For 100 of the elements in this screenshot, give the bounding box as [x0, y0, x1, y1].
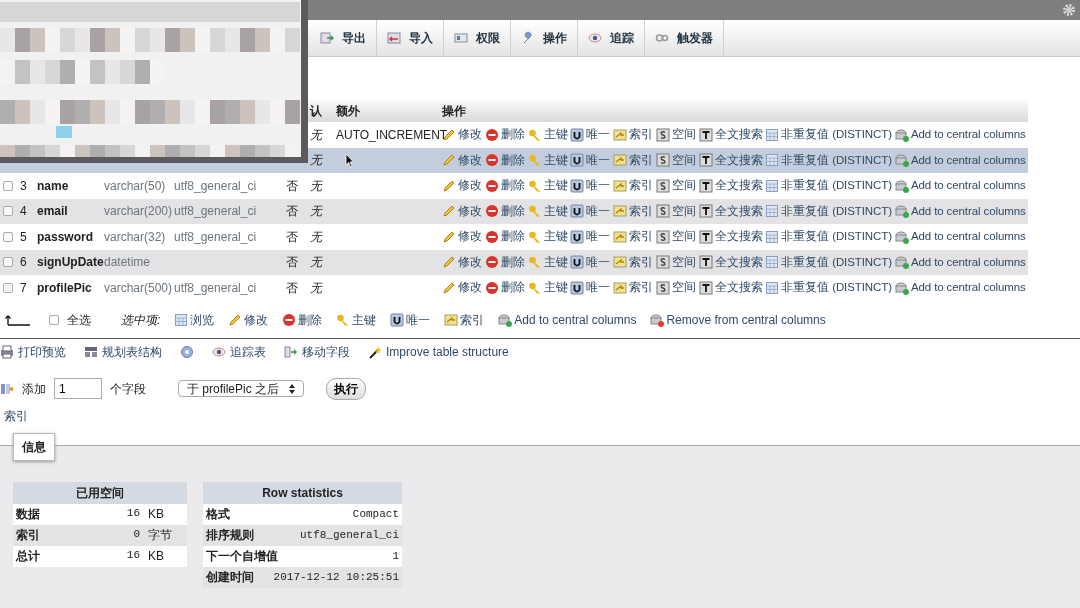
action-link[interactable]: 删除	[484, 279, 525, 297]
action-link[interactable]: 全文搜索	[698, 126, 763, 144]
toolbar-link[interactable]: 追踪表	[212, 342, 266, 361]
index-icon	[613, 178, 628, 193]
caret-icon	[289, 383, 295, 394]
tab[interactable]: 操作	[511, 20, 578, 56]
action-link[interactable]: 修改	[442, 228, 482, 246]
action-link[interactable]: 空间	[656, 228, 696, 246]
row-checkbox[interactable]	[3, 206, 13, 217]
table-icon	[765, 204, 780, 219]
action-link[interactable]: 索引	[613, 228, 654, 246]
bulk-action-link[interactable]: 主键	[336, 310, 377, 329]
action-link[interactable]: 全文搜索	[698, 177, 763, 195]
bulk-action-link[interactable]: 索引	[444, 310, 485, 329]
action-link[interactable]: 删除	[484, 151, 525, 169]
action-link[interactable]: 索引	[613, 177, 654, 195]
action-link[interactable]: 唯一	[570, 253, 611, 271]
index-link[interactable]: 索引	[4, 406, 28, 425]
settings-icon[interactable]	[1062, 3, 1076, 17]
row-checkbox[interactable]	[3, 257, 13, 268]
action-link[interactable]: 空间	[656, 202, 696, 220]
info-tab[interactable]: 信息	[13, 432, 55, 461]
action-link[interactable]: 全文搜索	[698, 151, 763, 169]
action-link[interactable]: 非重复值 (DISTINCT)	[765, 279, 892, 297]
action-link[interactable]: 非重复值 (DISTINCT)	[765, 177, 892, 195]
database-remove-icon	[650, 312, 665, 327]
action-link[interactable]: 非重复值 (DISTINCT)	[765, 202, 892, 220]
bulk-action-link[interactable]: 删除	[282, 310, 323, 329]
action-link[interactable]: 删除	[484, 202, 525, 220]
action-link[interactable]: 全文搜索	[698, 253, 763, 271]
tab[interactable]: 触发器	[645, 20, 724, 56]
action-link[interactable]: Add to central columns	[894, 126, 1026, 144]
action-link[interactable]: 全文搜索	[698, 279, 763, 297]
bulk-action-link[interactable]: 唯一	[390, 310, 431, 329]
action-link[interactable]: 全文搜索	[698, 202, 763, 220]
toolbar-link[interactable]: Improve table structure	[368, 342, 509, 361]
action-link[interactable]: 修改	[442, 151, 482, 169]
action-link[interactable]: 删除	[484, 228, 525, 246]
action-link[interactable]: 空间	[656, 253, 696, 271]
action-link[interactable]: Add to central columns	[894, 253, 1026, 271]
row-label: 总计	[16, 548, 40, 565]
action-link[interactable]: 索引	[613, 279, 654, 297]
action-link[interactable]: 非重复值 (DISTINCT)	[765, 253, 892, 271]
action-link[interactable]: 删除	[484, 253, 525, 271]
action-link[interactable]: 唯一	[570, 202, 611, 220]
action-link[interactable]: 主键	[527, 126, 568, 144]
bulk-action-link[interactable]: Add to central columns	[498, 310, 637, 329]
action-link[interactable]: 修改	[442, 202, 482, 220]
row-checkbox[interactable]	[3, 231, 13, 242]
action-link[interactable]: 主键	[527, 151, 568, 169]
toolbar-link[interactable]: 移动字段	[284, 342, 350, 361]
action-link[interactable]: 全文搜索	[698, 228, 763, 246]
action-link[interactable]: 唯一	[570, 151, 611, 169]
action-link[interactable]: 修改	[442, 177, 482, 195]
action-link[interactable]: 主键	[527, 202, 568, 220]
action-link[interactable]: 主键	[527, 279, 568, 297]
action-link[interactable]: 主键	[527, 177, 568, 195]
tab[interactable]: 追踪	[578, 20, 645, 56]
row-checkbox[interactable]	[3, 180, 13, 191]
row-checkbox[interactable]	[3, 282, 13, 293]
select-all-checkbox[interactable]: 全选	[46, 310, 91, 329]
action-link[interactable]: 删除	[484, 126, 525, 144]
action-link[interactable]: Add to central columns	[894, 202, 1026, 220]
action-link[interactable]: 空间	[656, 279, 696, 297]
action-link[interactable]: 唯一	[570, 126, 611, 144]
toolbar-link[interactable]: 规划表结构	[84, 342, 162, 361]
action-link[interactable]: 非重复值 (DISTINCT)	[765, 126, 892, 144]
toolbar-link[interactable]: 打印预览	[0, 342, 66, 361]
action-link[interactable]: Add to central columns	[894, 279, 1026, 297]
action-link[interactable]: 索引	[613, 126, 654, 144]
action-link[interactable]: Add to central columns	[894, 177, 1026, 195]
action-link[interactable]: 主键	[527, 253, 568, 271]
bulk-action-link[interactable]: 修改	[228, 310, 269, 329]
action-link[interactable]: 唯一	[570, 177, 611, 195]
action-link[interactable]: 索引	[613, 253, 654, 271]
index-icon	[613, 255, 628, 270]
action-link[interactable]: Add to central columns	[894, 228, 1026, 246]
position-dropdown[interactable]: 于 profilePic 之后	[178, 380, 304, 397]
count-field[interactable]: 1	[54, 378, 102, 399]
action-link[interactable]: Add to central columns	[894, 151, 1026, 169]
tab[interactable]: 权限	[444, 20, 511, 56]
action-link[interactable]: 空间	[656, 126, 696, 144]
bulk-action-link[interactable]: Remove from central columns	[650, 310, 826, 329]
action-link[interactable]: 非重复值 (DISTINCT)	[765, 228, 892, 246]
action-link[interactable]: 修改	[442, 253, 482, 271]
action-link[interactable]: 非重复值 (DISTINCT)	[765, 151, 892, 169]
action-link[interactable]: 索引	[613, 151, 654, 169]
action-link[interactable]: 主键	[527, 228, 568, 246]
action-link[interactable]: 删除	[484, 177, 525, 195]
action-link[interactable]: 修改	[442, 279, 482, 297]
action-link[interactable]: 唯一	[570, 279, 611, 297]
column-name: email	[37, 204, 68, 219]
action-link[interactable]: 空间	[656, 177, 696, 195]
action-link[interactable]: 空间	[656, 151, 696, 169]
tab[interactable]: 导出	[310, 20, 377, 56]
bulk-action-link[interactable]: 浏览	[174, 310, 215, 329]
go-button[interactable]: 执行	[326, 377, 366, 400]
action-link[interactable]: 唯一	[570, 228, 611, 246]
action-link[interactable]: 索引	[613, 202, 654, 220]
tab[interactable]: 导入	[377, 20, 444, 56]
